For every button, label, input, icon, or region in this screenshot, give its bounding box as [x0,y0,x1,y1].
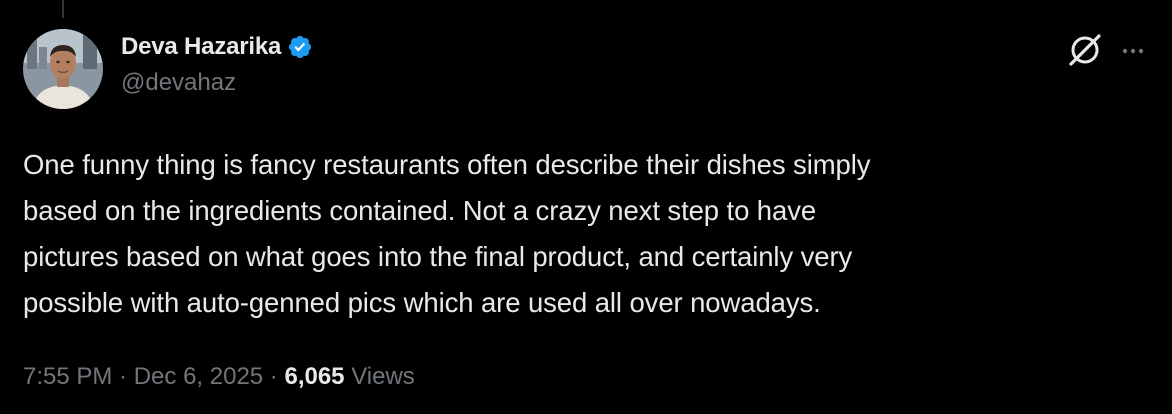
views-label: Views [351,363,415,390]
avatar-image [23,29,103,109]
tweet-text-line: possible with auto-genned pics which are… [23,287,821,318]
tweet-text: One funny thing is fancy restaurants oft… [23,142,1143,326]
thread-connector-line [62,0,64,18]
more-options-icon[interactable] [1118,36,1148,66]
author-handle[interactable]: @devahaz [121,69,313,97]
meta-separator: · [112,363,134,390]
author-display-name[interactable]: Deva Hazarika [121,33,281,61]
grok-icon[interactable] [1065,30,1105,70]
meta-separator: · [263,363,285,390]
author-name-row: Deva Hazarika [121,30,313,64]
tweet-meta: 7:55 PM · Dec 6, 2025 · 6,065 Views [23,363,415,391]
verified-badge-icon[interactable] [287,34,313,60]
views-count[interactable]: 6,065 [284,363,344,391]
tweet-text-line: based on the ingredients contained. Not … [23,195,817,226]
avatar[interactable] [23,29,103,109]
tweet-date[interactable]: Dec 6, 2025 [134,363,263,391]
tweet-time[interactable]: 7:55 PM [23,363,112,391]
tweet-text-line: pictures based on what goes into the fin… [23,241,853,272]
tweet-text-line: One funny thing is fancy restaurants oft… [23,149,871,180]
tweet-author: Deva Hazarika @devahaz [121,30,313,97]
